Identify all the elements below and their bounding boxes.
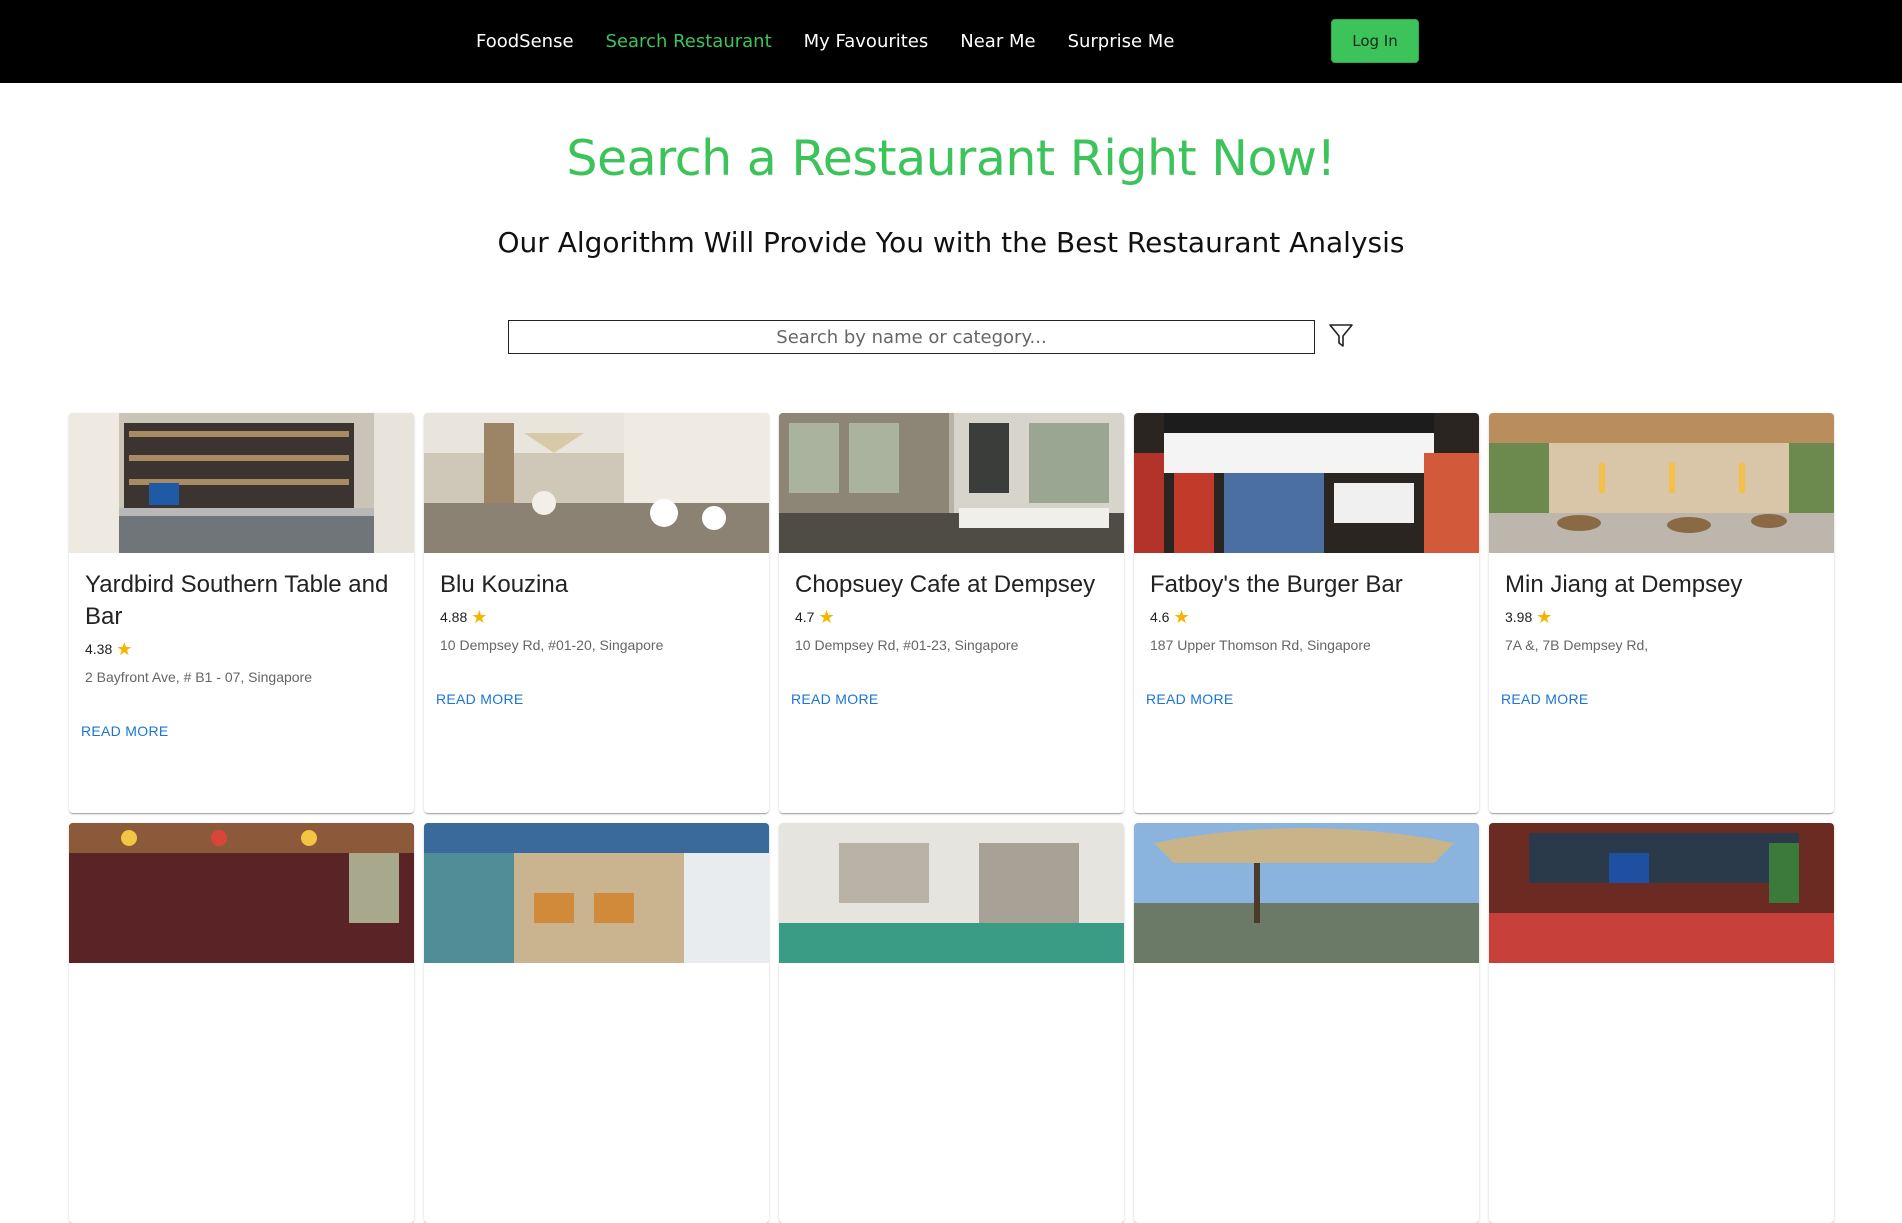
restaurant-image[interactable]	[1489, 823, 1834, 963]
restaurant-name[interactable]: Fatboy's the Burger Bar	[1150, 569, 1463, 601]
read-more-button[interactable]: READ MORE	[791, 691, 1108, 707]
restaurant-image[interactable]	[779, 823, 1124, 963]
rating-value: 4.6	[1150, 609, 1170, 625]
rating-value: 4.38	[85, 641, 113, 657]
dining-room-scene	[779, 413, 1124, 553]
rating: 4.38 ★	[85, 639, 398, 659]
star-icon: ★	[818, 607, 835, 627]
rating: 3.98 ★	[1505, 607, 1818, 627]
bar-scene	[69, 413, 414, 553]
page-subtitle: Our Algorithm Will Provide You with the …	[497, 226, 1405, 259]
star-icon: ★	[1173, 607, 1190, 627]
restaurant-address: 10 Dempsey Rd, #01-23, Singapore	[795, 637, 1019, 653]
top-navbar: FoodSense Search Restaurant My Favourite…	[0, 0, 1902, 83]
rating: 4.88 ★	[440, 607, 753, 627]
nav-near-me[interactable]: Near Me	[960, 31, 1035, 52]
rating-value: 3.98	[1505, 609, 1533, 625]
page-title: Search a Restaurant Right Now!	[566, 130, 1336, 187]
restaurant-address: 10 Dempsey Rd, #01-20, Singapore	[440, 637, 664, 653]
rating-value: 4.7	[795, 609, 815, 625]
nav-my-favourites[interactable]: My Favourites	[804, 31, 929, 52]
restaurant-address: 187 Upper Thomson Rd, Singapore	[1150, 637, 1371, 653]
nav-surprise-me[interactable]: Surprise Me	[1068, 31, 1175, 52]
login-button[interactable]: Log In	[1331, 19, 1419, 63]
restaurant-image[interactable]	[69, 413, 414, 553]
restaurant-image[interactable]	[1134, 413, 1479, 553]
restaurant-card	[424, 823, 769, 1223]
restaurant-image[interactable]	[779, 413, 1124, 553]
read-more-button[interactable]: READ MORE	[81, 723, 398, 739]
restaurant-interior-scene	[1489, 413, 1834, 553]
read-more-button[interactable]: READ MORE	[436, 691, 753, 707]
restaurant-name[interactable]: Chopsuey Cafe at Dempsey	[795, 569, 1108, 601]
restaurant-card	[69, 823, 414, 1223]
restaurant-name[interactable]: Min Jiang at Dempsey	[1505, 569, 1818, 601]
restaurant-card: Min Jiang at Dempsey 3.98 ★ 7A &, 7B Dem…	[1489, 413, 1834, 813]
restaurant-address: 7A &, 7B Dempsey Rd,	[1505, 637, 1649, 653]
restaurant-card: Yardbird Southern Table and Bar 4.38 ★ 2…	[69, 413, 414, 813]
restaurant-card	[779, 823, 1124, 1223]
rating: 4.6 ★	[1150, 607, 1463, 627]
rating-value: 4.88	[440, 609, 468, 625]
read-more-button[interactable]: READ MORE	[1146, 691, 1463, 707]
restaurant-image[interactable]	[424, 413, 769, 553]
restaurant-image[interactable]	[1489, 413, 1834, 553]
star-icon: ★	[471, 607, 488, 627]
restaurant-image[interactable]	[424, 823, 769, 963]
restaurant-card: Chopsuey Cafe at Dempsey 4.7 ★ 10 Dempse…	[779, 413, 1124, 813]
cafe-scene	[424, 413, 769, 553]
restaurant-name[interactable]: Yardbird Southern Table and Bar	[85, 569, 398, 633]
star-icon: ★	[1536, 607, 1553, 627]
filter-icon[interactable]	[1328, 322, 1354, 350]
restaurant-card	[1134, 823, 1479, 1223]
restaurant-name[interactable]: Blu Kouzina	[440, 569, 753, 601]
restaurant-card: Blu Kouzina 4.88 ★ 10 Dempsey Rd, #01-20…	[424, 413, 769, 813]
nav-links: FoodSense Search Restaurant My Favourite…	[476, 0, 1206, 83]
restaurant-card	[1489, 823, 1834, 1223]
storefront-scene	[1134, 413, 1479, 553]
restaurant-image[interactable]	[69, 823, 414, 963]
restaurant-card: Fatboy's the Burger Bar 4.6 ★ 187 Upper …	[1134, 413, 1479, 813]
brand-link[interactable]: FoodSense	[476, 31, 574, 52]
search-input[interactable]	[508, 320, 1315, 354]
restaurant-address: 2 Bayfront Ave, # B1 - 07, Singapore	[85, 669, 313, 685]
star-icon: ★	[116, 639, 133, 659]
rating: 4.7 ★	[795, 607, 1108, 627]
nav-search-restaurant[interactable]: Search Restaurant	[606, 31, 772, 52]
read-more-button[interactable]: READ MORE	[1501, 691, 1818, 707]
restaurant-image[interactable]	[1134, 823, 1479, 963]
